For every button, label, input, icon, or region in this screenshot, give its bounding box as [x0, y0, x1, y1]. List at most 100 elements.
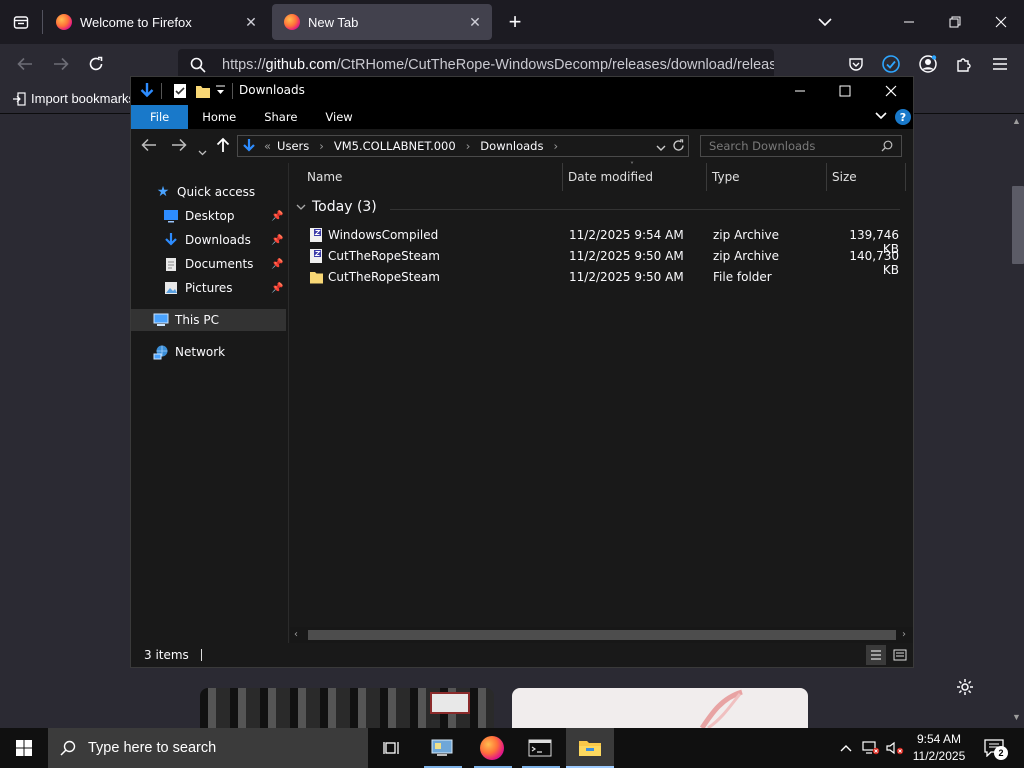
- ribbon-tab-home[interactable]: Home: [188, 105, 250, 129]
- ribbon-tab-view[interactable]: View: [311, 105, 366, 129]
- firefox-favicon-icon: [56, 14, 72, 30]
- explorer-maximize-icon[interactable]: [838, 83, 852, 102]
- column-divider[interactable]: [706, 163, 707, 191]
- explorer-back-icon[interactable]: [141, 137, 157, 156]
- horizontal-scrollbar[interactable]: ‹ ›: [290, 627, 913, 643]
- page-scrollbar[interactable]: ▲ ▼: [1006, 114, 1024, 728]
- taskbar-app-firefox[interactable]: [468, 728, 516, 768]
- taskbar-app-file-explorer[interactable]: [566, 728, 614, 768]
- horizontal-scrollbar-thumb[interactable]: [308, 630, 896, 640]
- network-status-icon[interactable]: [860, 728, 882, 768]
- start-button[interactable]: [0, 728, 48, 768]
- scrollbar-thumb[interactable]: [1012, 186, 1024, 264]
- nav-quick-access[interactable]: ★ Quick access: [155, 181, 255, 203]
- breadcrumb-downloads[interactable]: Downloads: [480, 139, 543, 153]
- nav-this-pc[interactable]: This PC: [153, 309, 219, 331]
- pin-icon[interactable]: 📌: [271, 235, 283, 246]
- quick-access-toolbar-dropdown-icon[interactable]: [216, 85, 225, 98]
- shortcut-thumbnail-left[interactable]: [200, 688, 494, 728]
- nav-desktop[interactable]: Desktop 📌: [163, 205, 289, 227]
- address-history-chevron-icon[interactable]: [656, 141, 666, 155]
- scroll-up-icon[interactable]: ▲: [1012, 116, 1021, 126]
- reload-icon[interactable]: [81, 49, 111, 79]
- column-header-name[interactable]: Name: [307, 163, 342, 191]
- scroll-left-icon[interactable]: ‹: [294, 629, 298, 640]
- forward-arrow-icon[interactable]: [46, 49, 76, 79]
- scroll-down-icon[interactable]: ▼: [1012, 712, 1021, 722]
- window-close-icon[interactable]: [986, 7, 1016, 37]
- extensions-puzzle-icon[interactable]: [949, 49, 979, 79]
- large-icons-view-icon[interactable]: [890, 645, 910, 665]
- ribbon-tab-share[interactable]: Share: [250, 105, 311, 129]
- help-icon[interactable]: ?: [895, 109, 911, 125]
- shortcut-thumbnail-right[interactable]: [512, 688, 808, 728]
- show-hidden-icons-chevron-icon[interactable]: [836, 728, 856, 768]
- tab-new-tab[interactable]: New Tab ✕: [272, 4, 492, 40]
- new-folder-icon[interactable]: [195, 83, 211, 103]
- recent-locations-chevron-icon[interactable]: [198, 141, 207, 160]
- column-divider[interactable]: [826, 163, 827, 191]
- properties-checklist-icon[interactable]: [173, 83, 187, 103]
- ribbon-tab-file[interactable]: File: [131, 105, 189, 129]
- window-minimize-icon[interactable]: [894, 7, 924, 37]
- close-tab-icon[interactable]: ✕: [240, 11, 262, 33]
- nav-network[interactable]: Network: [153, 341, 225, 363]
- account-avatar-icon[interactable]: [913, 49, 943, 79]
- breadcrumb-separator-icon[interactable]: ›: [466, 139, 471, 153]
- settings-gear-icon[interactable]: [950, 672, 980, 702]
- breadcrumb-user-folder[interactable]: VM5.COLLABNET.000: [334, 139, 456, 153]
- search-icon[interactable]: [881, 140, 893, 155]
- clock[interactable]: 9:54 AM 11/2/2025: [908, 731, 970, 765]
- explorer-close-icon[interactable]: [884, 83, 898, 102]
- zip-archive-icon: [309, 248, 323, 267]
- close-tab-icon[interactable]: ✕: [464, 11, 486, 33]
- pin-icon[interactable]: 📌: [271, 211, 283, 222]
- explorer-minimize-icon[interactable]: [793, 83, 807, 102]
- details-view-icon[interactable]: [866, 645, 886, 665]
- pocket-icon[interactable]: [841, 49, 871, 79]
- refresh-icon[interactable]: [672, 139, 685, 155]
- nav-pictures[interactable]: Pictures 📌: [163, 277, 289, 299]
- column-divider[interactable]: [905, 163, 906, 191]
- up-arrow-icon[interactable]: [216, 137, 230, 157]
- explorer-forward-icon[interactable]: [171, 137, 187, 156]
- pin-icon[interactable]: 📌: [271, 259, 283, 270]
- item-count: 3 items: [144, 648, 189, 662]
- task-view-button[interactable]: [368, 728, 416, 768]
- extension-check-icon[interactable]: [876, 49, 906, 79]
- breadcrumb-overflow-icon[interactable]: «: [264, 139, 271, 153]
- column-header-date-modified[interactable]: Date modified: [568, 163, 653, 191]
- column-header-size[interactable]: Size: [832, 163, 857, 191]
- column-divider[interactable]: [562, 163, 563, 191]
- action-center-button[interactable]: 2: [976, 728, 1012, 768]
- firefox-view-icon[interactable]: [6, 7, 36, 37]
- import-bookmarks-button[interactable]: Import bookmarks...: [12, 91, 146, 106]
- list-all-tabs-chevron-icon[interactable]: [810, 7, 840, 37]
- ribbon-expand-chevron-icon[interactable]: [875, 110, 887, 124]
- back-arrow-icon[interactable]: [10, 49, 40, 79]
- taskbar-app-terminal[interactable]: [516, 728, 564, 768]
- search-downloads-input[interactable]: Search Downloads: [700, 135, 902, 157]
- file-row[interactable]: WindowsCompiled 11/2/2025 9:54 AM zip Ar…: [290, 225, 913, 256]
- nav-downloads[interactable]: Downloads 📌: [163, 229, 289, 251]
- column-header-type[interactable]: Type: [712, 163, 740, 191]
- file-row[interactable]: CutTheRopeSteam 11/2/2025 9:50 AM File f…: [290, 267, 913, 288]
- scroll-right-icon[interactable]: ›: [902, 629, 906, 640]
- breadcrumb-separator-icon[interactable]: ›: [553, 139, 558, 153]
- tab-welcome-to-firefox[interactable]: Welcome to Firefox ✕: [44, 4, 268, 40]
- address-bar[interactable]: « Users › VM5.COLLABNET.000 › Downloads …: [237, 135, 689, 157]
- file-date: 11/2/2025 9:50 AM: [569, 249, 684, 263]
- breadcrumb-separator-icon[interactable]: ›: [319, 139, 324, 153]
- file-row[interactable]: CutTheRopeSteam 11/2/2025 9:50 AM zip Ar…: [290, 246, 913, 277]
- volume-muted-icon[interactable]: [884, 728, 906, 768]
- collapse-chevron-icon[interactable]: [296, 204, 306, 211]
- hamburger-menu-icon[interactable]: [985, 49, 1015, 79]
- window-restore-icon[interactable]: [940, 7, 970, 37]
- nav-documents[interactable]: Documents 📌: [163, 253, 289, 275]
- taskbar-search-box[interactable]: Type here to search: [48, 728, 368, 768]
- breadcrumb-users[interactable]: Users: [277, 139, 309, 153]
- new-tab-plus-icon[interactable]: +: [500, 7, 530, 37]
- taskbar-app-control-panel[interactable]: [418, 728, 466, 768]
- group-header-today[interactable]: Today (3): [296, 199, 377, 215]
- pin-icon[interactable]: 📌: [271, 283, 283, 294]
